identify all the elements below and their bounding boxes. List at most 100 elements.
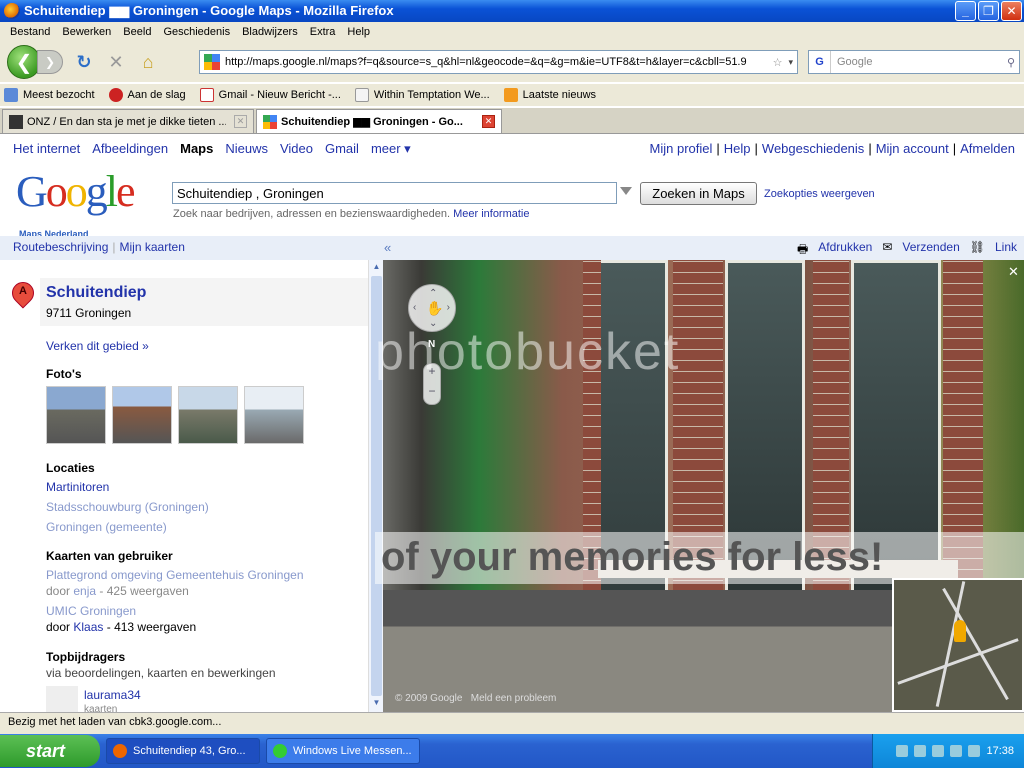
nav-news[interactable]: Nieuws [225,141,268,157]
my-maps-link[interactable]: Mijn kaarten [120,240,185,254]
maps-search-input[interactable]: Schuitendiep , Groningen [172,182,617,204]
start-button[interactable]: start [0,735,100,767]
location-link[interactable]: Stadsschouwburg (Groningen) [46,500,209,514]
nav-web[interactable]: Het internet [13,141,80,157]
google-favicon [204,54,220,70]
menu-beeld[interactable]: Beeld [117,26,157,38]
map-copyright: © 2009 Google Meld een probleem [395,693,557,704]
search-icon[interactable]: ⚲ [1007,56,1015,69]
street-view-minimap[interactable] [892,578,1024,712]
pan-control[interactable]: ⌃ ‹ › ⌄ ✋ [408,284,456,332]
close-streetview-icon[interactable]: ✕ [1008,264,1019,280]
photo-thumbnail[interactable] [46,386,106,444]
maximize-button[interactable]: ❐ [978,1,999,21]
photo-thumbnail[interactable] [112,386,172,444]
link-history[interactable]: Webgeschiedenis [762,141,864,156]
send-link[interactable]: Verzenden [902,240,959,261]
url-dropdown-icon[interactable]: ▾ [788,57,793,68]
scroll-up-icon[interactable]: ▲ [371,262,382,274]
user-map-link[interactable]: UMIC Groningen [46,604,136,618]
menu-bar: Bestand Bewerken Beeld Geschiedenis Blad… [0,22,1024,42]
search-bar[interactable]: G Google ⚲ [808,50,1020,74]
search-options-link[interactable]: Zoekopties weergeven [764,188,875,200]
bookmarks-toolbar: Meest bezocht Aan de slag Gmail - Nieuw … [0,84,1024,106]
taskbar-firefox[interactable]: Schuitendiep 43, Gro... [106,738,260,764]
search-maps-button[interactable]: Zoeken in Maps [640,182,757,205]
link-signout[interactable]: Afmelden [960,141,1015,156]
scroll-down-icon[interactable]: ▼ [371,698,382,710]
address-bar[interactable]: http://maps.google.nl/maps?f=q&source=s_… [199,50,798,74]
close-button[interactable]: ✕ [1001,1,1022,21]
bookmark-item[interactable]: Meest bezocht [4,88,95,102]
back-button[interactable]: ❮ [7,45,41,79]
redhat-icon [108,88,123,102]
bookmark-item[interactable]: Within Temptation We... [354,88,490,102]
tab-close-icon[interactable]: ✕ [234,115,247,128]
explore-area-link[interactable]: Verken dit gebied » [46,339,149,353]
photo-thumbnail[interactable] [244,386,304,444]
menu-bewerken[interactable]: Bewerken [56,26,117,38]
forward-button[interactable]: ❯ [37,50,63,74]
tray-icon[interactable] [968,745,981,757]
tray-icon[interactable] [896,745,909,757]
link-help[interactable]: Help [724,141,751,156]
zoom-in-button[interactable]: + [424,364,440,378]
home-icon[interactable]: ⌂ [137,51,159,73]
collapse-panel-icon[interactable]: « [384,240,391,255]
tray-icon[interactable] [914,745,927,757]
report-problem-link[interactable]: Meld een probleem [471,693,557,704]
user-maps-title: Kaarten van gebruiker [46,549,173,563]
more-info-link[interactable]: Meer informatie [453,208,529,220]
bookmark-item[interactable]: Laatste nieuws [503,88,596,102]
menu-geschiedenis[interactable]: Geschiedenis [157,26,236,38]
menu-bestand[interactable]: Bestand [4,26,56,38]
bookmark-item[interactable]: Gmail - Nieuw Bericht -... [199,88,341,102]
photo-thumbnail[interactable] [178,386,238,444]
tab-close-icon[interactable]: ✕ [482,115,495,128]
taskbar-messenger[interactable]: Windows Live Messen... [266,738,420,764]
avatar[interactable] [46,686,78,712]
user-map-author[interactable]: enja [73,584,96,598]
menu-bladwijzers[interactable]: Bladwijzers [236,26,304,38]
bookmark-star-icon[interactable]: ☆ [773,56,783,69]
rss-icon [503,88,518,102]
bookmark-item[interactable]: Aan de slag [108,88,186,102]
nav-more[interactable]: meer ▾ [371,141,411,157]
print-icon: 🖶 [796,242,809,256]
tab-onz[interactable]: ONZ / En dan sta je met je dikke tieten … [2,109,254,133]
location-link[interactable]: Martinitoren [46,480,109,494]
reload-icon[interactable]: ↻ [73,51,95,73]
zoom-control[interactable]: + − [423,363,441,405]
zoom-out-button[interactable]: − [424,384,440,398]
nav-video[interactable]: Video [280,141,313,157]
link-link[interactable]: Link [995,240,1017,261]
location-link[interactable]: Groningen (gemeente) [46,520,167,534]
user-map-author[interactable]: Klaas [73,620,103,634]
nav-gmail[interactable]: Gmail [325,141,359,157]
search-dropdown-icon[interactable] [620,187,632,195]
link-profile[interactable]: Mijn profiel [650,141,713,156]
menu-help[interactable]: Help [341,26,376,38]
link-account[interactable]: Mijn account [876,141,949,156]
window-title: Schuitendiep ▆▆ Groningen - Google Maps … [24,3,394,18]
stop-icon[interactable]: ✕ [105,51,127,73]
tab-favicon [9,114,23,129]
place-name[interactable]: Schuitendiep [46,284,146,302]
contributor-link[interactable]: laurama34 [84,688,141,702]
minimize-button[interactable]: _ [955,1,976,21]
search-engine-icon[interactable]: G [809,51,831,73]
directions-link[interactable]: Routebeschrijving [13,240,108,254]
tray-icon[interactable] [950,745,963,757]
print-link[interactable]: Afdrukken [818,240,872,261]
nav-images[interactable]: Afbeeldingen [92,141,168,157]
user-map-meta: door enja - 425 weergaven [46,584,189,598]
pegman-icon[interactable] [954,620,966,642]
top-contributors-sub: via beoordelingen, kaarten en bewerkinge… [46,666,276,680]
tab-google-maps[interactable]: Schuitendiep ▆▆ Groningen - Go... ✕ [256,109,502,133]
google-maps-logo[interactable]: Google Maps Nederland [16,170,135,240]
tray-icon[interactable] [932,745,945,757]
clock[interactable]: 17:38 [986,745,1014,757]
menu-extra[interactable]: Extra [304,26,342,38]
marker-a-icon[interactable]: A [7,277,39,312]
user-map-link[interactable]: Plattegrond omgeving Gemeentehuis Gronin… [46,568,304,582]
